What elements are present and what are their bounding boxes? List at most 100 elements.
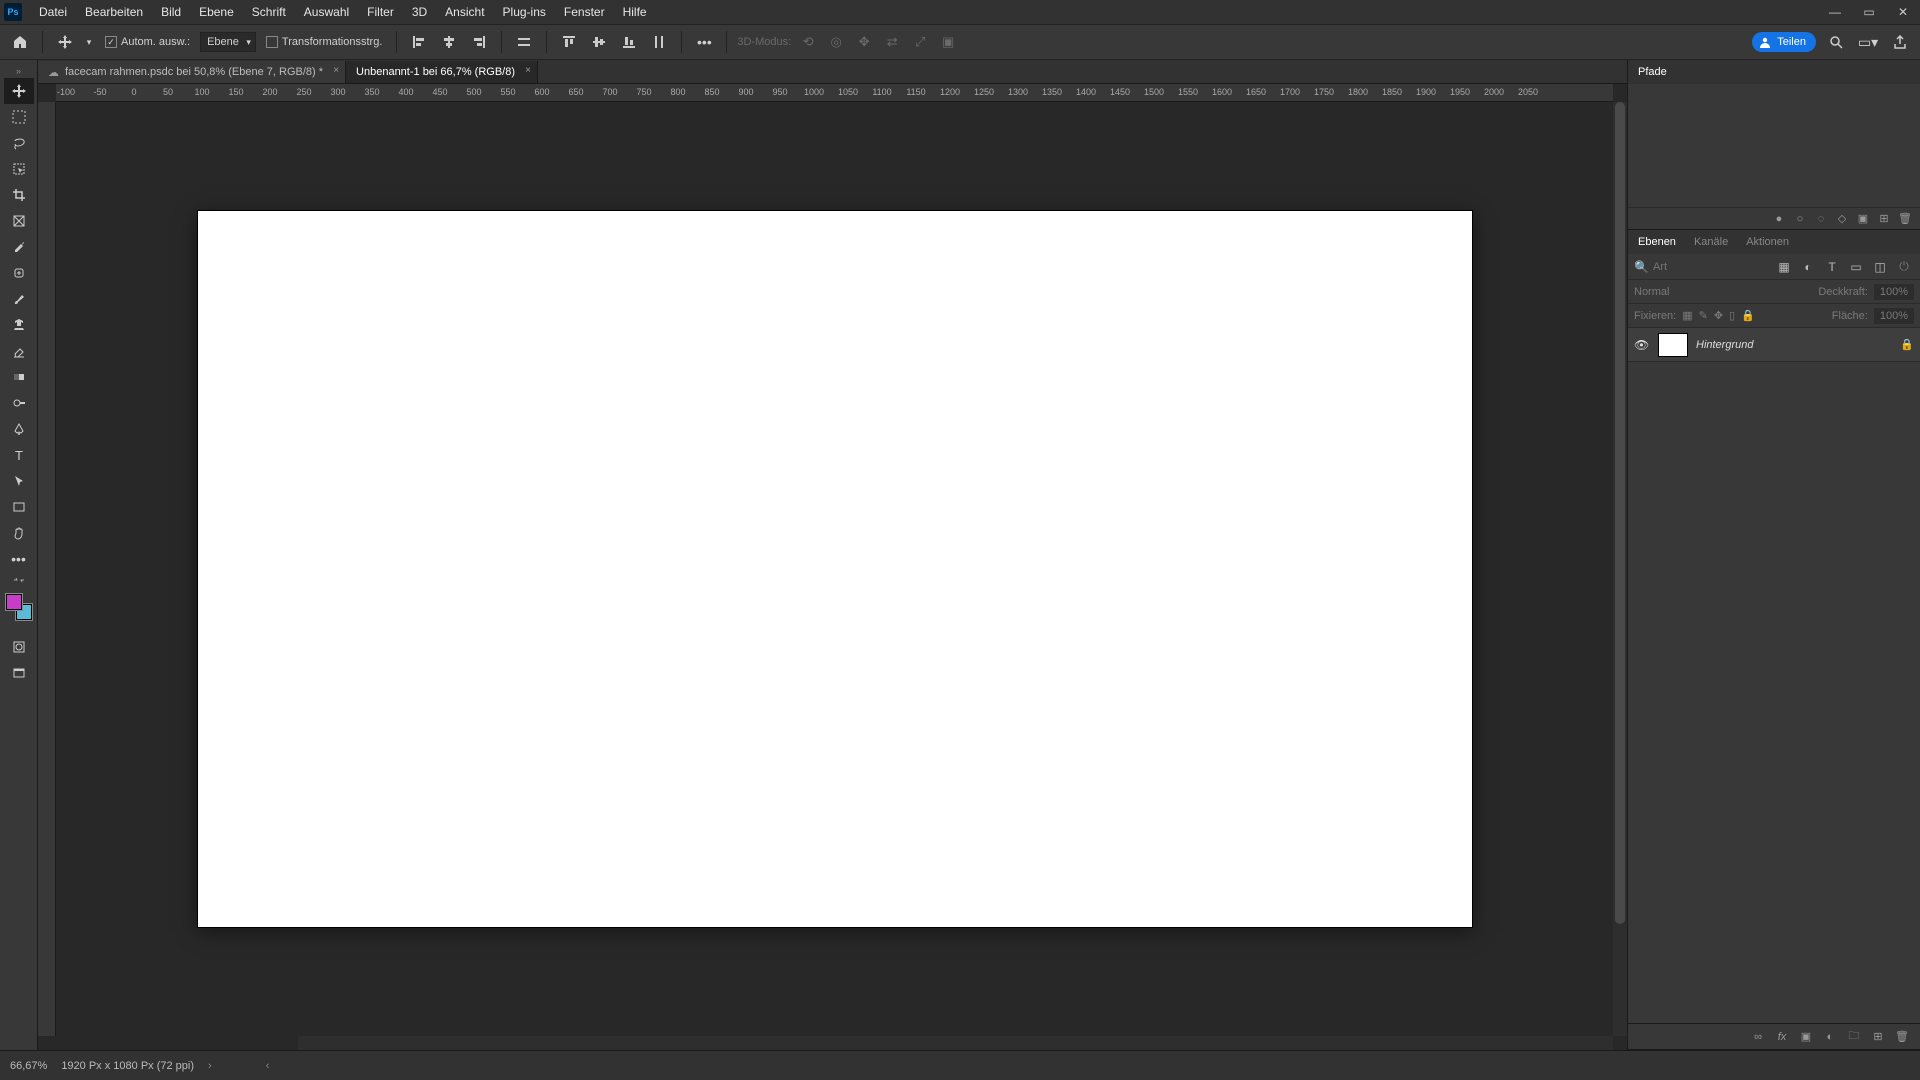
share-button[interactable]: Teilen (1752, 32, 1816, 52)
vertical-ruler[interactable] (38, 102, 56, 1036)
vertical-scrollbar[interactable] (1613, 102, 1627, 1036)
layer-thumbnail[interactable] (1658, 333, 1688, 357)
search-icon[interactable]: 🔍 (1634, 260, 1649, 274)
close-tab-icon[interactable]: × (525, 65, 531, 76)
filter-pixel-icon[interactable]: ▦ (1774, 258, 1794, 276)
align-right-icon[interactable] (467, 30, 491, 54)
align-bottom-icon[interactable] (617, 30, 641, 54)
foreground-color-swatch[interactable] (6, 594, 22, 610)
zoom-level[interactable]: 66,67% (10, 1060, 47, 1072)
opacity-value[interactable]: 100% (1874, 284, 1914, 300)
object-selection-tool[interactable] (4, 156, 34, 182)
add-mask-icon[interactable]: ▣ (1854, 211, 1872, 227)
stroke-path-icon[interactable]: ○ (1791, 211, 1809, 227)
menu-bearbeiten[interactable]: Bearbeiten (76, 0, 152, 24)
workspace-switcher-icon[interactable]: ▭▾ (1856, 30, 1880, 54)
screen-mode-icon[interactable] (4, 660, 34, 686)
window-restore-icon[interactable]: ▭ (1852, 0, 1886, 24)
visibility-toggle-icon[interactable]: 👁 (1634, 338, 1650, 352)
filter-toggle-icon[interactable]: ⏻ (1894, 258, 1914, 276)
layer-row[interactable]: 👁 Hintergrund 🔒 (1628, 328, 1920, 362)
tab-paths[interactable]: Pfade (1634, 66, 1671, 78)
eyedropper-tool[interactable] (4, 234, 34, 260)
frame-tool[interactable] (4, 208, 34, 234)
menu-bild[interactable]: Bild (152, 0, 190, 24)
horizontal-ruler[interactable]: -100-50050100150200250300350400450500550… (56, 84, 1613, 102)
expand-toolbar-icon[interactable]: » (4, 64, 34, 78)
filter-type-icon[interactable]: T (1822, 258, 1842, 276)
menu-ebene[interactable]: Ebene (190, 0, 243, 24)
filter-shape-icon[interactable]: ▭ (1846, 258, 1866, 276)
lock-icon[interactable]: 🔒 (1900, 338, 1914, 351)
tab-channels[interactable]: Kanäle (1690, 236, 1732, 248)
scrollbar-thumb[interactable] (1615, 102, 1625, 924)
auto-select-target-dropdown[interactable]: Ebene (200, 32, 256, 52)
brush-tool[interactable] (4, 286, 34, 312)
crop-tool[interactable] (4, 182, 34, 208)
quick-mask-icon[interactable] (4, 634, 34, 660)
menu-filter[interactable]: Filter (358, 0, 403, 24)
align-center-h-icon[interactable] (437, 30, 461, 54)
path-selection-tool[interactable] (4, 468, 34, 494)
menu-auswahl[interactable]: Auswahl (295, 0, 358, 24)
new-group-icon[interactable]: 🗀 (1844, 1028, 1864, 1046)
lasso-tool[interactable] (4, 130, 34, 156)
lock-pixels-icon[interactable]: ✎ (1699, 309, 1708, 322)
fill-value[interactable]: 100% (1874, 308, 1914, 324)
swap-colors-icon[interactable] (4, 572, 34, 588)
document-tab[interactable]: ☁ facecam rahmen.psdc bei 50,8% (Ebene 7… (38, 61, 346, 83)
tab-actions[interactable]: Aktionen (1742, 236, 1793, 248)
filter-smart-icon[interactable]: ◫ (1870, 258, 1890, 276)
horizontal-scrollbar[interactable] (298, 1036, 1613, 1050)
color-swatches[interactable] (6, 594, 32, 620)
hand-tool[interactable] (4, 520, 34, 546)
home-icon[interactable] (8, 30, 32, 54)
doc-info-chevron-icon[interactable]: › (208, 1060, 212, 1072)
adjustment-layer-icon[interactable]: ◐ (1820, 1028, 1840, 1046)
artboard[interactable] (198, 211, 1472, 927)
gradient-tool[interactable] (4, 364, 34, 390)
menu-plugins[interactable]: Plug-ins (494, 0, 555, 24)
align-top-icon[interactable] (557, 30, 581, 54)
layer-name[interactable]: Hintergrund (1696, 339, 1892, 351)
menu-hilfe[interactable]: Hilfe (614, 0, 656, 24)
export-icon[interactable] (1888, 30, 1912, 54)
type-tool[interactable]: T (4, 442, 34, 468)
search-icon[interactable] (1824, 30, 1848, 54)
move-tool[interactable] (4, 78, 34, 104)
layer-style-icon[interactable]: fx (1772, 1028, 1792, 1046)
distribute-v-icon[interactable] (647, 30, 671, 54)
menu-fenster[interactable]: Fenster (555, 0, 614, 24)
make-work-path-icon[interactable]: ◇ (1833, 211, 1851, 227)
pen-tool[interactable] (4, 416, 34, 442)
menu-ansicht[interactable]: Ansicht (436, 0, 493, 24)
layer-filter-input[interactable] (1653, 261, 1723, 273)
transform-controls-checkbox[interactable]: Transformationsstrg. (262, 36, 386, 48)
eraser-tool[interactable] (4, 338, 34, 364)
fill-path-icon[interactable]: ● (1770, 211, 1788, 227)
marquee-tool[interactable] (4, 104, 34, 130)
more-tools-icon[interactable]: ••• (4, 546, 34, 572)
lock-artboard-icon[interactable]: ▯ (1729, 309, 1735, 322)
blend-mode-dropdown[interactable]: Normal (1634, 286, 1812, 298)
lock-transparency-icon[interactable]: ▦ (1682, 309, 1692, 322)
shape-tool[interactable] (4, 494, 34, 520)
healing-brush-tool[interactable] (4, 260, 34, 286)
lock-position-icon[interactable]: ✥ (1714, 309, 1723, 322)
lock-all-icon[interactable]: 🔒 (1741, 309, 1755, 322)
close-tab-icon[interactable]: × (333, 65, 339, 76)
document-info[interactable]: 1920 Px x 1080 Px (72 ppi) (61, 1060, 194, 1072)
align-left-icon[interactable] (407, 30, 431, 54)
menu-3d[interactable]: 3D (403, 0, 436, 24)
tool-preset-dropdown-icon[interactable]: ▾ (83, 30, 95, 54)
distribute-icon[interactable] (512, 30, 536, 54)
filter-adjust-icon[interactable]: ◐ (1798, 258, 1818, 276)
move-tool-icon[interactable] (53, 30, 77, 54)
align-center-v-icon[interactable] (587, 30, 611, 54)
more-align-icon[interactable]: ••• (692, 30, 716, 54)
path-to-selection-icon[interactable]: ◌ (1812, 211, 1830, 227)
link-layers-icon[interactable]: ∞ (1748, 1028, 1768, 1046)
tab-layers[interactable]: Ebenen (1634, 236, 1680, 248)
delete-path-icon[interactable]: 🗑 (1896, 211, 1914, 227)
auto-select-checkbox[interactable]: ✓Autom. ausw.: (101, 36, 194, 48)
